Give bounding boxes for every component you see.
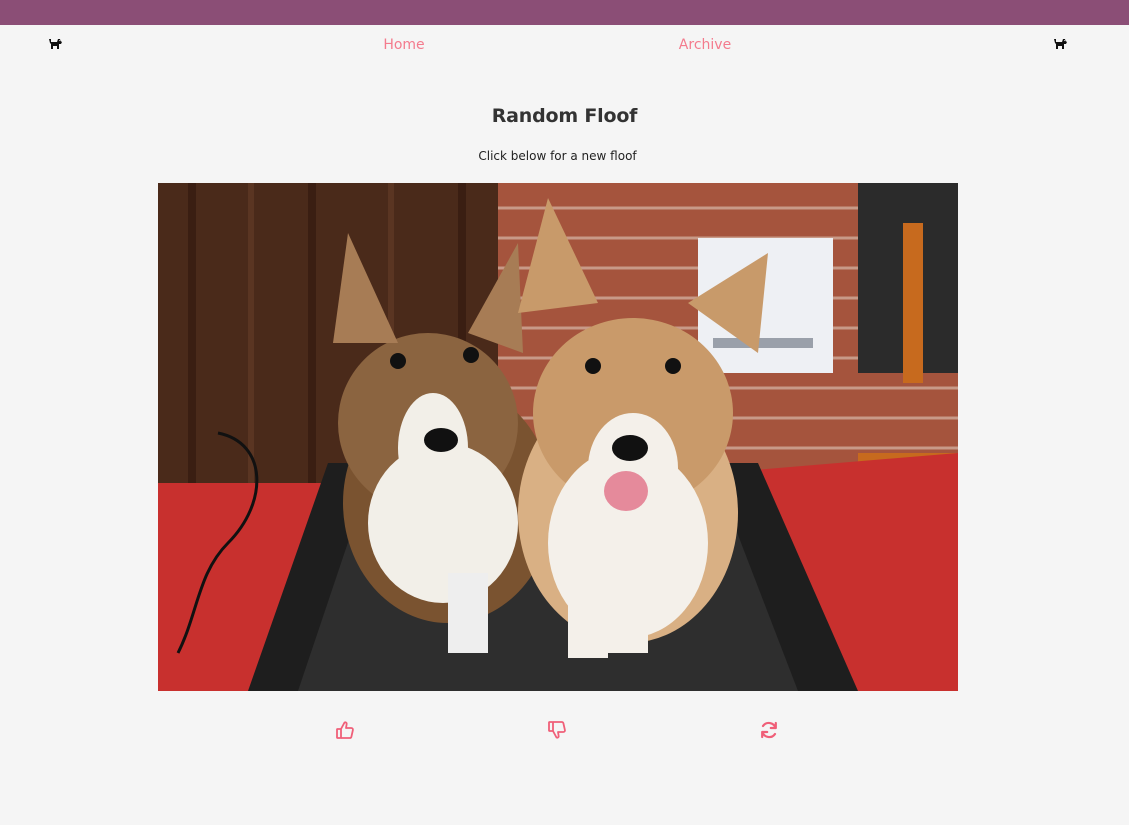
like-button[interactable] [333, 718, 357, 742]
nav-link-home[interactable]: Home [383, 37, 424, 53]
floof-image [158, 183, 958, 691]
dog-icon[interactable] [47, 36, 63, 52]
thumbs-down-icon [548, 721, 566, 739]
navbar: Home Archive [0, 25, 1129, 65]
dislike-button[interactable] [545, 718, 569, 742]
top-bar [0, 0, 1129, 25]
thumbs-up-icon [336, 721, 354, 739]
page-subtitle: Click below for a new floof [478, 149, 637, 163]
page-title: Random Floof [491, 105, 638, 127]
nav-link-archive[interactable]: Archive [679, 37, 731, 53]
refresh-button[interactable] [757, 718, 781, 742]
dog-icon[interactable] [1052, 36, 1068, 52]
refresh-icon [761, 721, 777, 739]
